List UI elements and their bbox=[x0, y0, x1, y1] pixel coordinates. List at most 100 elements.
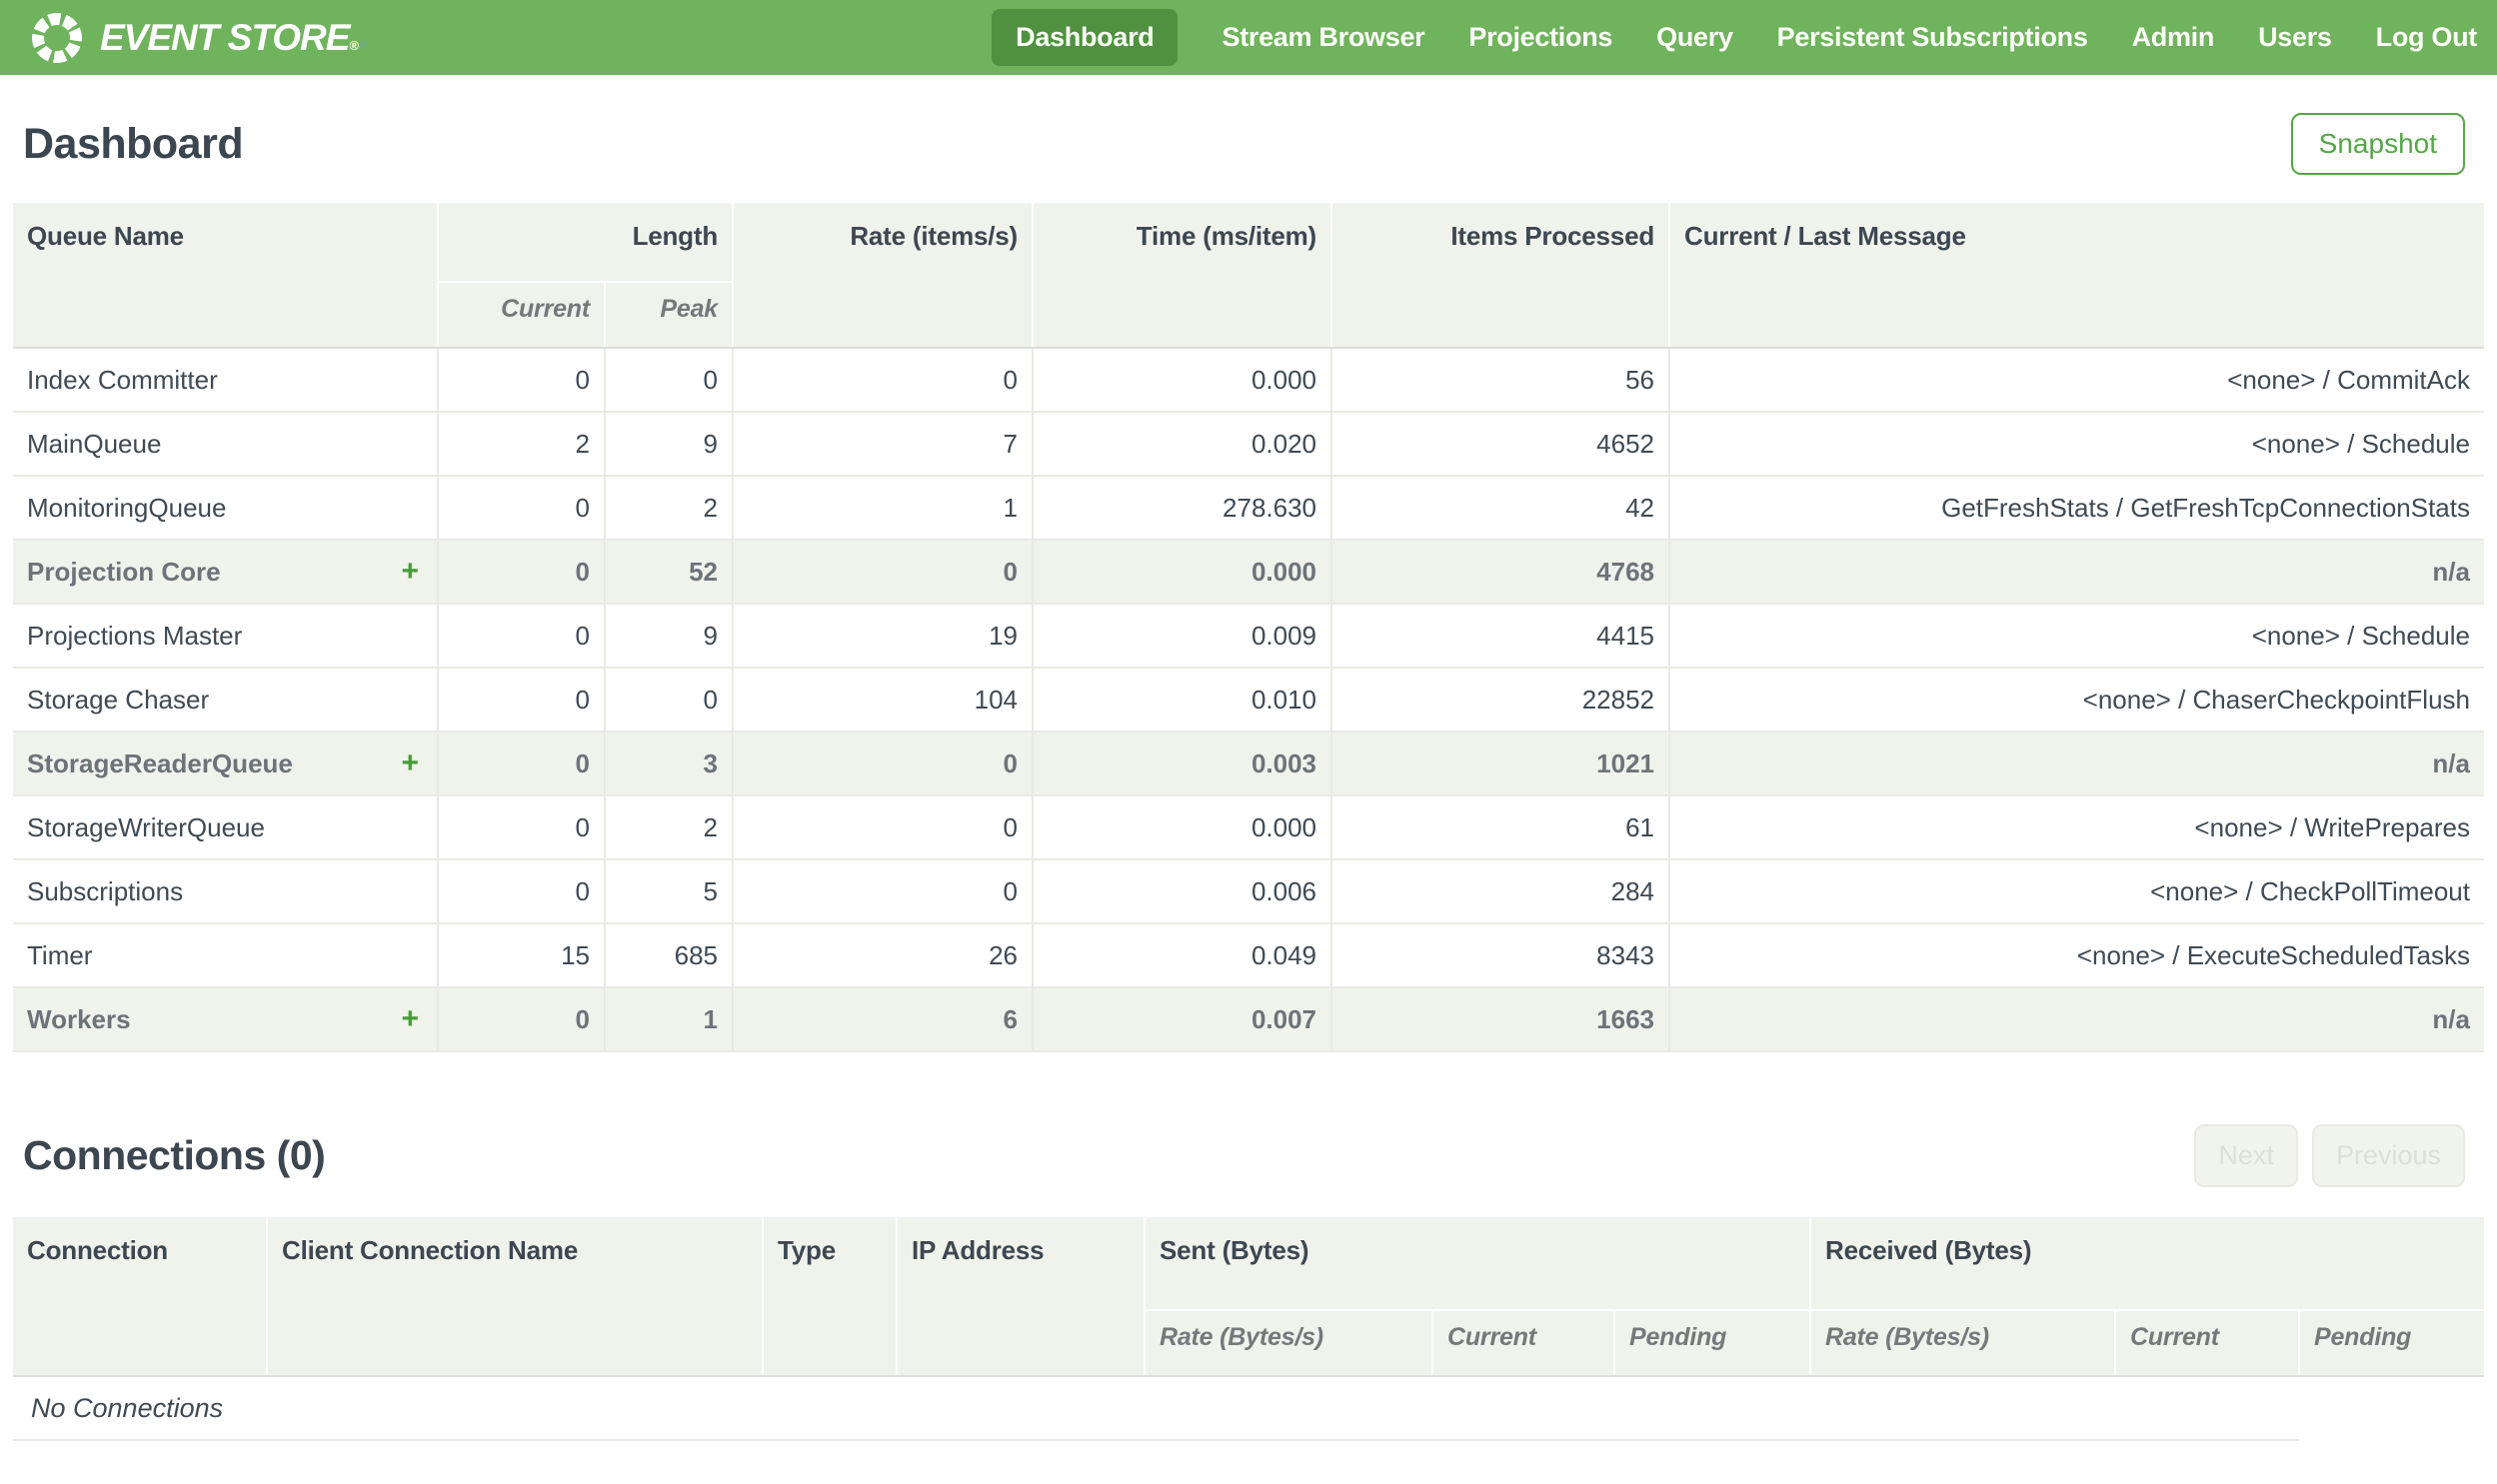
rate-cell: 7 bbox=[732, 412, 1034, 477]
page-header: Dashboard Snapshot bbox=[13, 113, 2484, 175]
message-cell: <none> / Schedule bbox=[1668, 604, 2484, 669]
trademark-symbol: ® bbox=[349, 37, 359, 53]
queue-name-label: Projection Core bbox=[27, 556, 221, 587]
expand-plus-icon[interactable]: + bbox=[401, 748, 423, 778]
col-length-current: Current bbox=[437, 282, 605, 349]
time-cell: 0.007 bbox=[1032, 987, 1332, 1052]
col-length: Length bbox=[436, 203, 734, 283]
brand: EVENT STORE® bbox=[30, 11, 359, 65]
nav-item-stream-browser[interactable]: Stream Browser bbox=[1222, 9, 1424, 66]
event-store-logo-icon bbox=[30, 11, 84, 65]
snapshot-button[interactable]: Snapshot bbox=[2290, 113, 2465, 175]
items-processed-cell: 4415 bbox=[1330, 604, 1670, 669]
col-time: Time (ms/item) bbox=[1032, 203, 1332, 349]
queue-name-label: Timer bbox=[27, 939, 93, 970]
col-sent-rate: Rate (Bytes/s) bbox=[1144, 1310, 1432, 1377]
col-received-current: Current bbox=[2114, 1310, 2299, 1377]
col-connection: Connection bbox=[13, 1217, 267, 1377]
message-cell: <none> / WritePrepares bbox=[1668, 795, 2484, 860]
rate-cell: 1 bbox=[732, 476, 1034, 541]
connections-header: Connections (0) Next Previous bbox=[13, 1124, 2484, 1187]
col-sent-current: Current bbox=[1431, 1310, 1614, 1377]
current-cell: 15 bbox=[437, 923, 605, 988]
queue-row: MainQueue 2 9 7 0.020 4652 <none> / Schedule bbox=[13, 412, 2484, 477]
queue-name-label: MonitoringQueue bbox=[27, 492, 227, 523]
nav-item-projections[interactable]: Projections bbox=[1468, 9, 1612, 66]
items-processed-cell: 8343 bbox=[1330, 923, 1670, 988]
ghost-cell bbox=[2299, 1376, 2484, 1440]
items-processed-cell: 1021 bbox=[1330, 732, 1670, 796]
col-received-pending: Pending bbox=[2298, 1310, 2484, 1377]
connections-table: Connection Client Connection Name Type I… bbox=[13, 1217, 2484, 1441]
no-connections-row: No Connections bbox=[13, 1376, 2484, 1441]
rate-cell: 6 bbox=[732, 987, 1034, 1052]
current-cell: 0 bbox=[437, 668, 605, 733]
time-cell: 0.000 bbox=[1032, 795, 1332, 860]
queue-name-cell: StorageReaderQueue + bbox=[13, 732, 438, 796]
queue-name-label: Projections Master bbox=[27, 620, 243, 651]
queue-row: Timer 15 685 26 0.049 8343 <none> / ExecuteSch… bbox=[13, 923, 2484, 988]
queues-table: Queue Name Length Rate (items/s) Time (m… bbox=[13, 203, 2484, 1052]
nav-item-query[interactable]: Query bbox=[1656, 9, 1733, 66]
queue-name-cell: Workers + bbox=[13, 987, 438, 1052]
current-cell: 2 bbox=[437, 412, 605, 477]
col-items-processed: Items Processed bbox=[1330, 203, 1670, 349]
top-navbar: EVENT STORE® Dashboard Stream Browser Proj… bbox=[0, 0, 2497, 75]
queue-name-label: Subscriptions bbox=[27, 875, 184, 906]
message-cell: <none> / ChaserCheckpointFlush bbox=[1668, 668, 2484, 733]
queue-name-cell: MainQueue bbox=[13, 412, 438, 477]
col-queue-name: Queue Name bbox=[13, 203, 438, 349]
message-cell: n/a bbox=[1668, 987, 2484, 1052]
previous-button[interactable]: Previous bbox=[2311, 1124, 2465, 1187]
peak-cell: 9 bbox=[603, 412, 734, 477]
time-cell: 0.006 bbox=[1032, 859, 1332, 924]
nav-item-log-out[interactable]: Log Out bbox=[2376, 9, 2478, 66]
rate-cell: 0 bbox=[732, 348, 1034, 413]
col-received-bytes: Received (Bytes) bbox=[1809, 1217, 2484, 1311]
message-cell: <none> / CommitAck bbox=[1668, 348, 2484, 413]
queue-name-label: StorageReaderQueue bbox=[27, 747, 293, 778]
current-cell: 0 bbox=[437, 348, 605, 413]
items-processed-cell: 22852 bbox=[1330, 668, 1670, 733]
expand-plus-icon[interactable]: + bbox=[401, 557, 423, 587]
queue-row: StorageWriterQueue 0 2 0 0.000 61 <none> / Wri… bbox=[13, 795, 2484, 860]
items-processed-cell: 42 bbox=[1330, 476, 1670, 541]
items-processed-cell: 284 bbox=[1330, 859, 1670, 924]
next-button[interactable]: Next bbox=[2194, 1124, 2298, 1187]
col-length-peak: Peak bbox=[603, 282, 734, 349]
time-cell: 0.049 bbox=[1032, 923, 1332, 988]
current-cell: 0 bbox=[437, 540, 605, 605]
queue-name-label: Workers bbox=[27, 1003, 131, 1034]
queue-name-cell: Projection Core + bbox=[13, 540, 438, 605]
queue-row: Subscriptions 0 5 0 0.006 284 <none> / CheckPo… bbox=[13, 859, 2484, 924]
peak-cell: 1 bbox=[603, 987, 734, 1052]
col-message: Current / Last Message bbox=[1668, 203, 2484, 349]
message-cell: n/a bbox=[1668, 540, 2484, 605]
nav-item-admin[interactable]: Admin bbox=[2132, 9, 2215, 66]
col-sent-pending: Pending bbox=[1613, 1310, 1810, 1377]
connections-title: Connections (0) bbox=[23, 1132, 326, 1178]
current-cell: 0 bbox=[437, 987, 605, 1052]
rate-cell: 0 bbox=[732, 795, 1034, 860]
expand-plus-icon[interactable]: + bbox=[401, 1004, 423, 1034]
queue-name-label: Index Committer bbox=[27, 364, 218, 395]
nav-item-users[interactable]: Users bbox=[2258, 9, 2332, 66]
nav-item-persistent-subscriptions[interactable]: Persistent Subscriptions bbox=[1777, 9, 2088, 66]
col-client-connection-name: Client Connection Name bbox=[266, 1217, 763, 1377]
current-cell: 0 bbox=[437, 795, 605, 860]
peak-cell: 685 bbox=[603, 923, 734, 988]
queue-name-cell: Projections Master bbox=[13, 604, 438, 669]
peak-cell: 3 bbox=[603, 732, 734, 796]
peak-cell: 5 bbox=[603, 859, 734, 924]
connections-table-header: Connection Client Connection Name Type I… bbox=[13, 1217, 2484, 1377]
message-cell: <none> / Schedule bbox=[1668, 412, 2484, 477]
rate-cell: 0 bbox=[732, 859, 1034, 924]
queue-row: MonitoringQueue 0 2 1 278.630 42 GetFreshStats… bbox=[13, 476, 2484, 541]
time-cell: 0.000 bbox=[1032, 540, 1332, 605]
nav-items: Dashboard Stream Browser Projections Query P… bbox=[992, 9, 2477, 66]
items-processed-cell: 4652 bbox=[1330, 412, 1670, 477]
queue-name-cell: Storage Chaser bbox=[13, 668, 438, 733]
peak-cell: 0 bbox=[603, 668, 734, 733]
time-cell: 0.009 bbox=[1032, 604, 1332, 669]
nav-item-dashboard[interactable]: Dashboard bbox=[992, 9, 1179, 66]
